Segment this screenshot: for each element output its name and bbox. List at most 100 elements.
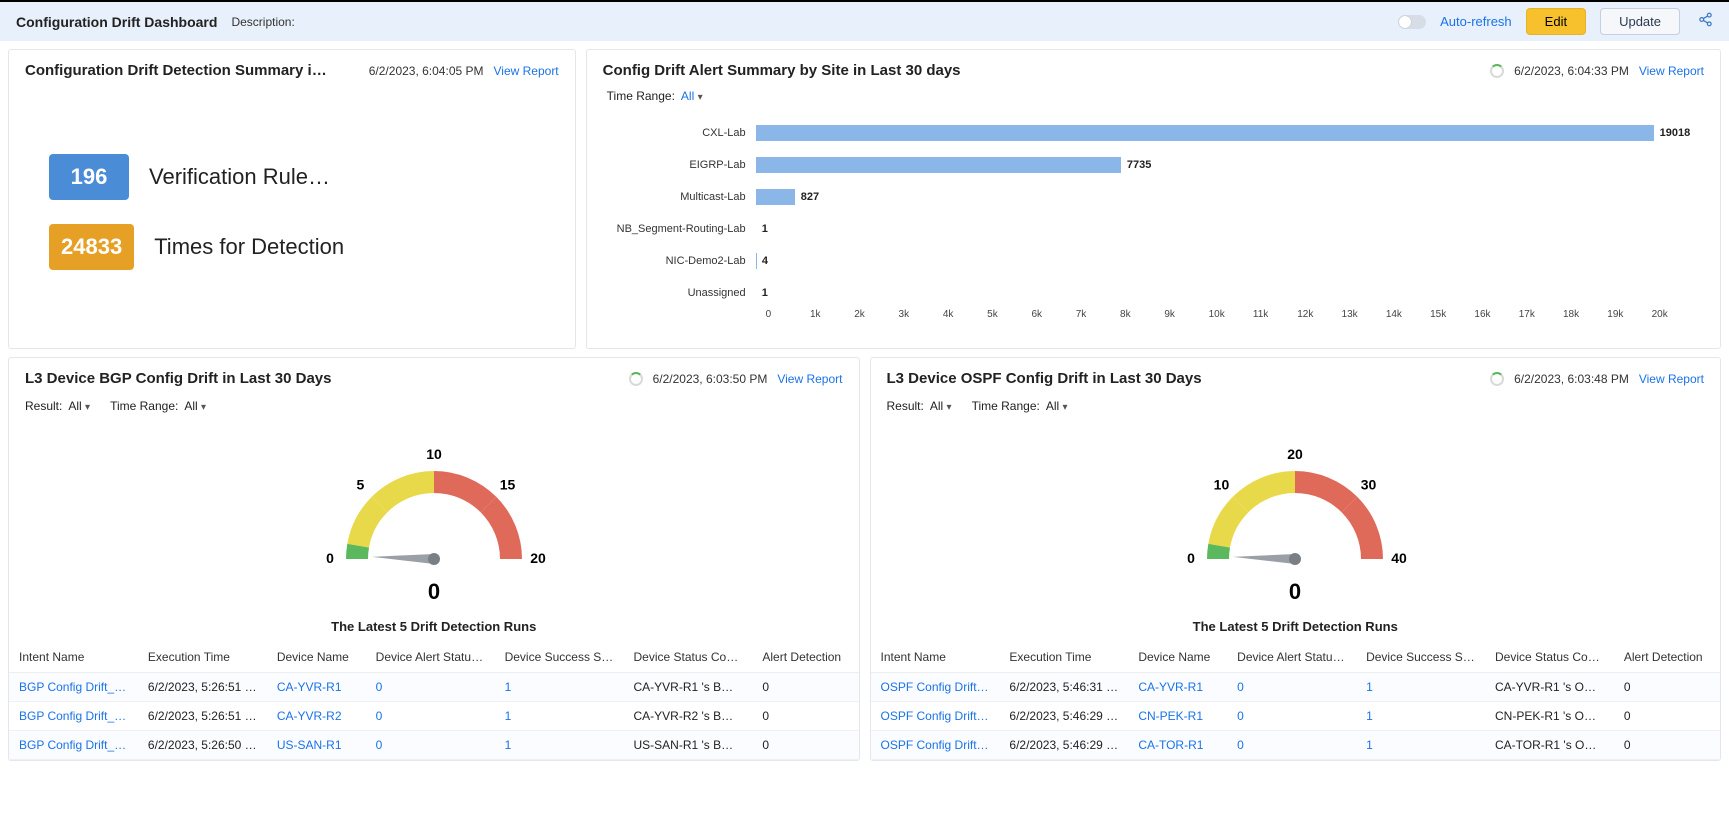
bar-value: 1	[762, 287, 768, 299]
table-header[interactable]: Device Name	[267, 642, 366, 673]
ospf-table: Intent NameExecution TimeDevice NameDevi…	[871, 642, 1721, 760]
table-row[interactable]: OSPF Config Drift_...6/2/2023, 5:46:29 P…	[871, 731, 1721, 760]
loading-icon	[1490, 372, 1504, 386]
ospf-gauge: 0 10 20 30 40 0	[871, 419, 1721, 609]
bar-chart-view-report-link[interactable]: View Report	[1639, 64, 1704, 78]
svg-text:0: 0	[1187, 550, 1195, 566]
bgp-view-report-link[interactable]: View Report	[777, 372, 842, 386]
table-header[interactable]: Device Name	[1128, 642, 1227, 673]
time-range-label: Time Range:	[607, 89, 675, 103]
chevron-down-icon: ▾	[1063, 402, 1068, 413]
table-header[interactable]: Device Success Status	[1356, 642, 1485, 673]
result-label: Result:	[887, 399, 924, 413]
time-range-select[interactable]: All ▾	[1046, 399, 1068, 413]
table-header[interactable]: Alert Detection	[1614, 642, 1720, 673]
share-icon[interactable]	[1698, 12, 1713, 31]
svg-text:20: 20	[1287, 446, 1303, 462]
bgp-title: L3 Device BGP Config Drift in Last 30 Da…	[25, 370, 331, 387]
bar-category-label: Unassigned	[601, 287, 756, 299]
summary-panel: Configuration Drift Detection Summary in…	[8, 49, 576, 349]
ospf-title: L3 Device OSPF Config Drift in Last 30 D…	[887, 370, 1202, 387]
detection-label: Times for Detection	[154, 234, 344, 260]
autorefresh-toggle[interactable]	[1398, 15, 1426, 29]
rules-label: Verification Rules ...	[149, 164, 339, 190]
bar[interactable]	[756, 125, 1654, 141]
bar-category-label: NB_Segment-Routing-Lab	[601, 223, 756, 235]
table-header[interactable]: Device Alert Status Code	[1227, 642, 1356, 673]
bgp-table-caption: The Latest 5 Drift Detection Runs	[9, 609, 859, 642]
svg-text:30: 30	[1361, 476, 1377, 492]
bgp-gauge: 0 5 10 15 20 0	[9, 419, 859, 609]
bar-value: 19018	[1660, 127, 1691, 139]
bgp-panel: L3 Device BGP Config Drift in Last 30 Da…	[8, 357, 860, 761]
svg-text:0: 0	[428, 579, 440, 604]
bar[interactable]	[756, 157, 1121, 173]
chevron-down-icon: ▾	[201, 402, 206, 413]
page-title: Configuration Drift Dashboard	[16, 14, 217, 30]
summary-metric-detection: 24833 Times for Detection	[49, 224, 535, 270]
bar-chart-panel: Config Drift Alert Summary by Site in La…	[586, 49, 1721, 349]
chevron-down-icon: ▾	[947, 402, 952, 413]
bar-value: 7735	[1127, 159, 1151, 171]
bar-chart-timestamp: 6/2/2023, 6:04:33 PM	[1514, 64, 1629, 78]
time-range-select[interactable]: All ▾	[681, 89, 703, 103]
summary-metric-rules: 196 Verification Rules ...	[49, 154, 535, 200]
time-range-label: Time Range:	[972, 399, 1040, 413]
bar-value: 827	[801, 191, 819, 203]
description-label: Description:	[231, 15, 294, 29]
table-header[interactable]: Device Success Status	[495, 642, 624, 673]
bar-chart-title: Config Drift Alert Summary by Site in La…	[603, 62, 961, 79]
bar-chart: CXL-Lab 19018 EIGRP-Lab 7735 Multicast-Lab 82…	[587, 113, 1720, 326]
bar-category-label: CXL-Lab	[601, 127, 756, 139]
svg-text:20: 20	[530, 550, 546, 566]
table-header[interactable]: Device Status Code Su	[623, 642, 752, 673]
result-select[interactable]: All ▾	[930, 399, 952, 413]
summary-timestamp: 6/2/2023, 6:04:05 PM	[369, 64, 484, 78]
bgp-table: Intent NameExecution TimeDevice NameDevi…	[9, 642, 859, 760]
table-header[interactable]: Intent Name	[9, 642, 138, 673]
bar-value: 1	[762, 223, 768, 235]
bar[interactable]	[756, 189, 795, 205]
detection-count-badge: 24833	[49, 224, 134, 270]
top-bar: Configuration Drift Dashboard Descriptio…	[0, 0, 1729, 41]
chevron-down-icon: ▾	[85, 402, 90, 413]
table-header[interactable]: Alert Detection	[752, 642, 858, 673]
autorefresh-label: Auto-refresh	[1440, 14, 1512, 29]
result-select[interactable]: All ▾	[68, 399, 90, 413]
bar-category-label: Multicast-Lab	[601, 191, 756, 203]
table-row[interactable]: OSPF Config Drift_...6/2/2023, 5:46:29 P…	[871, 702, 1721, 731]
table-header[interactable]: Execution Time	[138, 642, 267, 673]
table-header[interactable]: Device Status Code Su	[1485, 642, 1614, 673]
summary-title: Configuration Drift Detection Summary in…	[25, 62, 335, 79]
table-header[interactable]: Intent Name	[871, 642, 1000, 673]
rules-count-badge: 196	[49, 154, 129, 200]
table-row[interactable]: BGP Config Drift_C...6/2/2023, 5:26:51 P…	[9, 673, 859, 702]
table-header[interactable]: Device Alert Status Code	[366, 642, 495, 673]
update-button[interactable]: Update	[1600, 8, 1680, 35]
chevron-down-icon: ▾	[698, 92, 703, 103]
ospf-timestamp: 6/2/2023, 6:03:48 PM	[1514, 372, 1629, 386]
ospf-view-report-link[interactable]: View Report	[1639, 372, 1704, 386]
svg-text:15: 15	[500, 476, 516, 492]
bgp-timestamp: 6/2/2023, 6:03:50 PM	[653, 372, 768, 386]
table-row[interactable]: BGP Config Drift_U...6/2/2023, 5:26:50 P…	[9, 731, 859, 760]
table-row[interactable]: BGP Config Drift_C...6/2/2023, 5:26:51 P…	[9, 702, 859, 731]
result-label: Result:	[25, 399, 62, 413]
time-range-select[interactable]: All ▾	[184, 399, 206, 413]
loading-icon	[629, 372, 643, 386]
table-row[interactable]: OSPF Config Drift_...6/2/2023, 5:46:31 P…	[871, 673, 1721, 702]
ospf-table-caption: The Latest 5 Drift Detection Runs	[871, 609, 1721, 642]
svg-text:0: 0	[1289, 579, 1301, 604]
svg-text:5: 5	[356, 476, 364, 492]
loading-icon	[1490, 64, 1504, 78]
bar-value: 4	[762, 255, 768, 267]
edit-button[interactable]: Edit	[1526, 8, 1586, 35]
summary-view-report-link[interactable]: View Report	[494, 64, 559, 78]
svg-text:0: 0	[326, 550, 334, 566]
svg-text:10: 10	[1214, 476, 1230, 492]
svg-text:40: 40	[1391, 550, 1407, 566]
table-header[interactable]: Execution Time	[999, 642, 1128, 673]
bar-category-label: EIGRP-Lab	[601, 159, 756, 171]
time-range-label: Time Range:	[110, 399, 178, 413]
svg-text:10: 10	[426, 446, 442, 462]
